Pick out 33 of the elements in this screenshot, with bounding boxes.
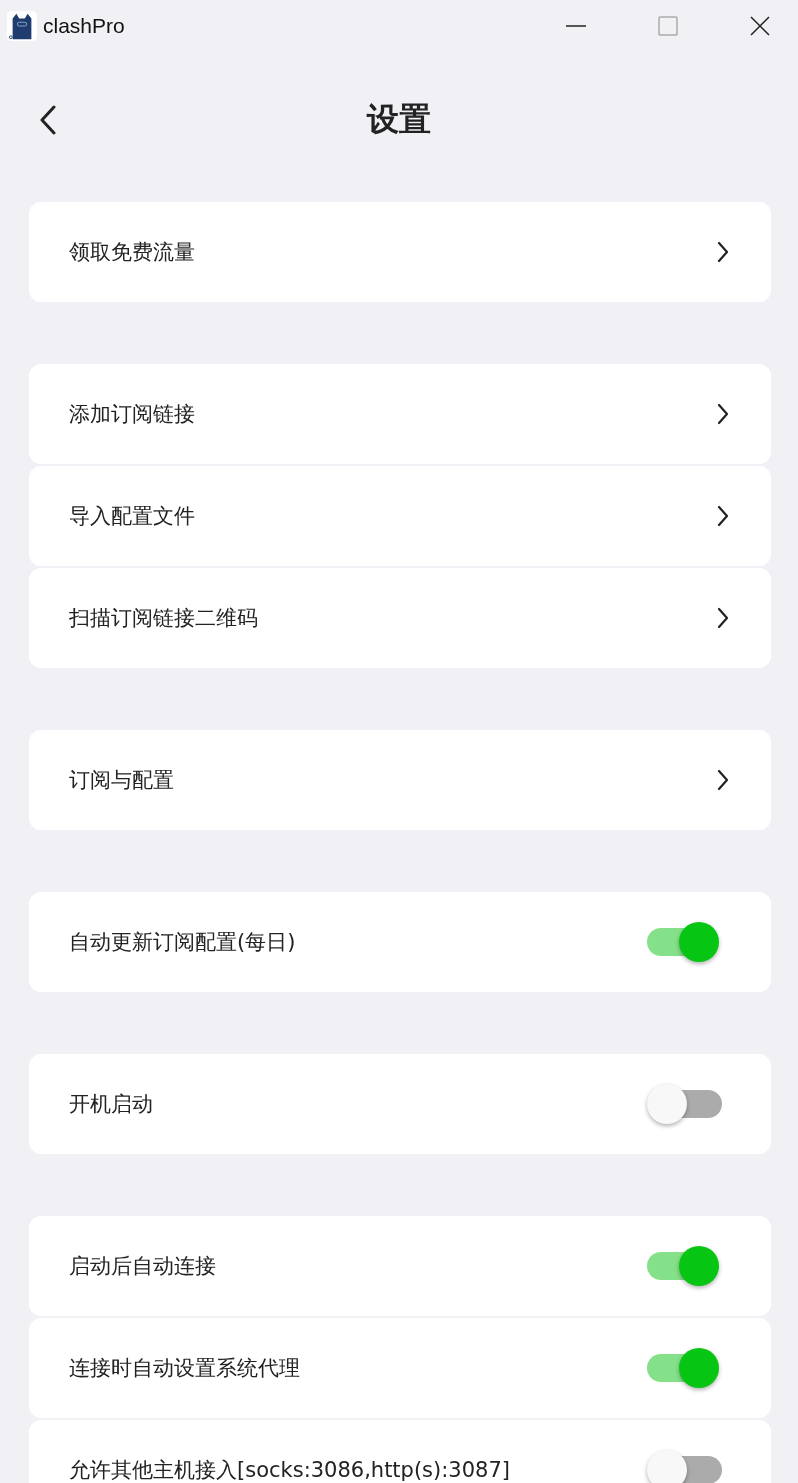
chevron-right-icon (717, 769, 729, 791)
chevron-right-icon (717, 403, 729, 425)
setting-row[interactable]: 允许其他主机接入[socks:3086,http(s):3087] (29, 1420, 771, 1483)
window-title: clashPro (43, 14, 125, 38)
setting-label: 自动更新订阅配置(每日) (69, 929, 296, 956)
setting-row[interactable]: 连接时自动设置系统代理 (29, 1318, 771, 1418)
menu-item[interactable]: 订阅与配置 (29, 730, 771, 830)
chevron-right-icon (717, 505, 729, 527)
toggle-switch[interactable] (647, 1084, 723, 1124)
setting-label: 订阅与配置 (69, 767, 174, 794)
setting-row[interactable]: 启动后自动连接 (29, 1216, 771, 1316)
menu-item[interactable]: 导入配置文件 (29, 466, 771, 566)
toggle-switch[interactable] (647, 1450, 723, 1483)
setting-label: 扫描订阅链接二维码 (69, 605, 258, 632)
page-title: 设置 (367, 99, 431, 140)
setting-row[interactable]: 开机启动 (29, 1054, 771, 1154)
close-icon[interactable] (749, 15, 771, 37)
setting-label: 连接时自动设置系统代理 (69, 1355, 300, 1382)
back-icon[interactable] (40, 105, 56, 135)
setting-label: 启动后自动连接 (69, 1253, 216, 1280)
menu-item[interactable]: 添加订阅链接 (29, 364, 771, 464)
app-logo-icon (7, 11, 37, 41)
maximize-icon[interactable] (657, 15, 679, 37)
chevron-right-icon (717, 607, 729, 629)
setting-row[interactable]: 自动更新订阅配置(每日) (29, 892, 771, 992)
setting-label: 添加订阅链接 (69, 401, 195, 428)
setting-label: 领取免费流量 (69, 239, 195, 266)
chevron-right-icon (717, 241, 729, 263)
setting-label: 开机启动 (69, 1091, 153, 1118)
menu-item[interactable]: 扫描订阅链接二维码 (29, 568, 771, 668)
setting-label: 导入配置文件 (69, 503, 195, 530)
setting-label: 允许其他主机接入[socks:3086,http(s):3087] (69, 1457, 510, 1483)
menu-item[interactable]: 领取免费流量 (29, 202, 771, 302)
